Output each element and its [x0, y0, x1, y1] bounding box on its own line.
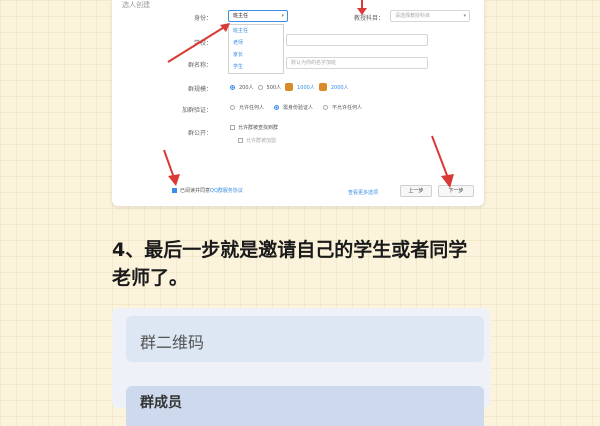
- agree-checkbox[interactable]: [172, 188, 177, 193]
- vip-badge-icon: [285, 83, 294, 91]
- school-input[interactable]: [286, 34, 428, 46]
- instruction-line-1: 4、最后一步就是邀请自己的学生或者同学: [112, 239, 468, 261]
- public-option-2[interactable]: 允许群被加盟: [238, 137, 276, 144]
- instruction-text: 4、最后一步就是邀请自己的学生或者同学 老师了。: [112, 236, 512, 292]
- public-checkbox[interactable]: [230, 125, 235, 130]
- group-qr-row[interactable]: 群二维码: [126, 316, 484, 362]
- group-qr-label: 群二维码: [140, 333, 205, 352]
- join-verify-option-label: 允许任何人: [239, 105, 265, 111]
- group-public-label: 群公开：: [187, 130, 212, 137]
- group-name-input[interactable]: 默认为你的名字加班: [286, 57, 428, 69]
- arrow-to-agree-icon: [163, 149, 180, 186]
- join-verify-radio[interactable]: [274, 105, 280, 110]
- group-size-label: 群规模：: [187, 86, 212, 93]
- join-verify-options: 允许任何人 需身份验证人 不允许任何人: [230, 104, 362, 111]
- public-option-1[interactable]: 允许群被查找到群: [230, 124, 278, 131]
- arrow-to-next-icon: [431, 135, 454, 188]
- group-size-option-label: 500人: [266, 84, 282, 91]
- group-size-radio[interactable]: [230, 84, 235, 90]
- group-size-options: 200人 500人 1000人 2000人: [230, 83, 349, 91]
- section-title: 选人创建: [122, 1, 150, 9]
- chevron-down-icon: ▾: [463, 13, 466, 19]
- subject-select[interactable]: 请选择教授科目 ▾: [390, 10, 470, 22]
- public-option-label: 允许群被加盟: [246, 138, 277, 144]
- group-size-radio[interactable]: [257, 84, 263, 90]
- vip-badge-icon: [318, 83, 327, 91]
- group-members-row[interactable]: 群成员: [126, 386, 484, 426]
- group-name-placeholder: 默认为你的名字加班: [291, 60, 337, 66]
- agree-row: 已阅读并同意QQ群服务协议: [172, 187, 243, 194]
- group-size-option-label: 200人: [239, 84, 254, 91]
- group-size-option-label: 2000人: [330, 84, 349, 91]
- public-checkbox[interactable]: [238, 138, 243, 143]
- chevron-down-icon: ▾: [281, 13, 284, 19]
- advanced-link[interactable]: 查看更多选项: [348, 189, 378, 196]
- instruction-line-2: 老师了。: [112, 267, 189, 289]
- join-verify-radio[interactable]: [230, 105, 235, 110]
- join-verify-option-label: 需身份验证人: [283, 105, 314, 111]
- agree-text: 已阅读并同意: [180, 188, 211, 194]
- group-info-panel: 群二维码 群成员: [112, 308, 490, 426]
- public-option-label: 允许群被查找到群: [238, 125, 279, 131]
- subject-placeholder: 请选择教授科目: [395, 13, 431, 19]
- arrow-to-subject-icon: [357, 0, 367, 15]
- join-verify-option-label: 不允许任何人: [332, 105, 363, 111]
- group-size-option-label: 1000人: [297, 84, 315, 91]
- join-verify-label: 加群验证：: [181, 107, 212, 114]
- join-verify-radio[interactable]: [323, 105, 329, 110]
- group-members-label: 群成员: [140, 395, 182, 411]
- identity-value: 班主任: [233, 13, 249, 19]
- agree-link[interactable]: QQ群服务协议: [210, 188, 243, 194]
- arrow-to-identity-icon: [167, 23, 230, 63]
